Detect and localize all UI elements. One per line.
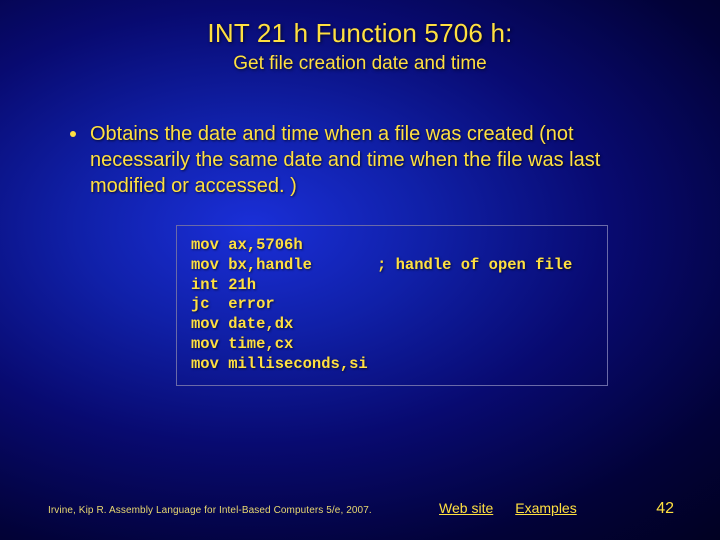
bullet-item: Obtains the date and time when a file wa… <box>70 121 668 199</box>
code-block: mov ax,5706h mov bx,handle ; handle of o… <box>176 225 608 386</box>
link-examples[interactable]: Examples <box>515 500 576 516</box>
slide-footer: Irvine, Kip R. Assembly Language for Int… <box>0 500 720 518</box>
slide-title: INT 21 h Function 5706 h: <box>0 18 720 49</box>
footer-links: Web site Examples <box>439 500 577 516</box>
slide-body: Obtains the date and time when a file wa… <box>0 121 720 386</box>
title-block: INT 21 h Function 5706 h: Get file creat… <box>0 0 720 75</box>
footer-citation: Irvine, Kip R. Assembly Language for Int… <box>48 505 372 516</box>
slide: INT 21 h Function 5706 h: Get file creat… <box>0 0 720 540</box>
slide-subtitle: Get file creation date and time <box>0 53 720 75</box>
link-website[interactable]: Web site <box>439 500 493 516</box>
bullet-text: Obtains the date and time when a file wa… <box>90 121 668 199</box>
page-number: 42 <box>644 500 674 518</box>
bullet-icon <box>70 131 76 137</box>
